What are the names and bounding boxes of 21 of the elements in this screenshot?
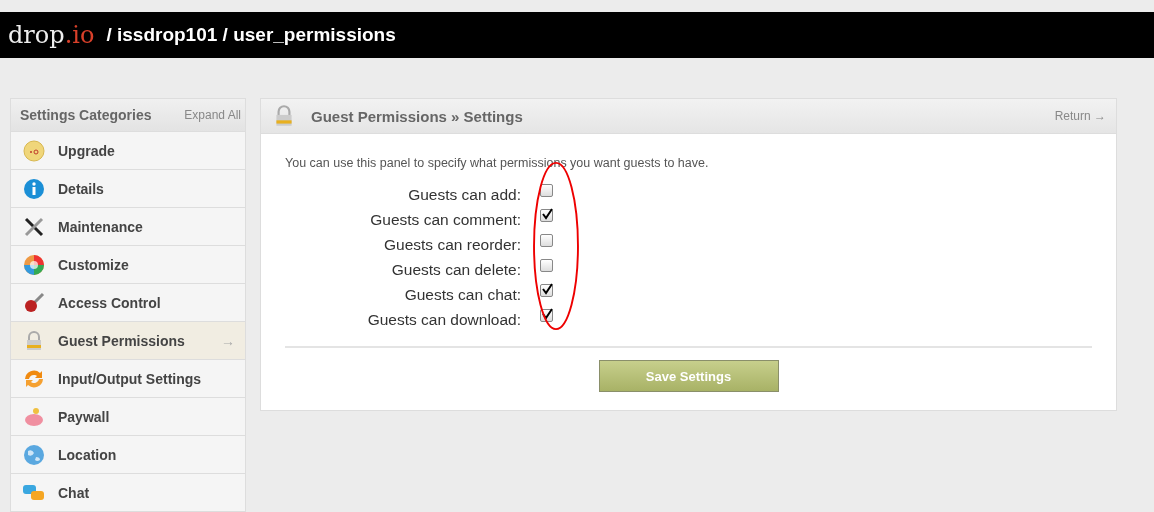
arrow-glyph: →: [221, 332, 235, 349]
sidebar-item[interactable]: Maintenance: [11, 208, 245, 246]
sidebar-item[interactable]: Upgrade: [11, 132, 245, 170]
sidebar-title: Settings Categories: [20, 107, 152, 123]
logo[interactable]: drop.io: [8, 21, 95, 49]
sidebar-item[interactable]: Guest Permissions →: [11, 322, 245, 360]
permission-label: Guests can comment:: [369, 210, 521, 229]
panel-title: Guest Permissions » Settings: [311, 107, 523, 125]
sidebar-item[interactable]: Paywall: [11, 398, 245, 436]
permission-label: Guests can reorder:: [383, 235, 521, 254]
intro-text: You can use this panel to specify what permissions you want guests to have.: [285, 156, 710, 170]
sidebar-item[interactable]: Input/Output Settings: [11, 360, 245, 398]
permission-label: Guests can download:: [366, 310, 521, 329]
sidebar-item[interactable]: Customize: [11, 246, 245, 284]
sidebar-item[interactable]: Chat: [11, 474, 245, 512]
permission-label: Guests can add:: [407, 185, 521, 204]
permission-label: Guests can delete:: [390, 260, 521, 279]
permission-label: Guests can chat:: [403, 285, 521, 304]
sidebar-item[interactable]: Location: [11, 436, 245, 474]
breadcrumb: / issdrop101 / user_permissions: [106, 24, 396, 46]
sidebar-item[interactable]: Details: [11, 170, 245, 208]
